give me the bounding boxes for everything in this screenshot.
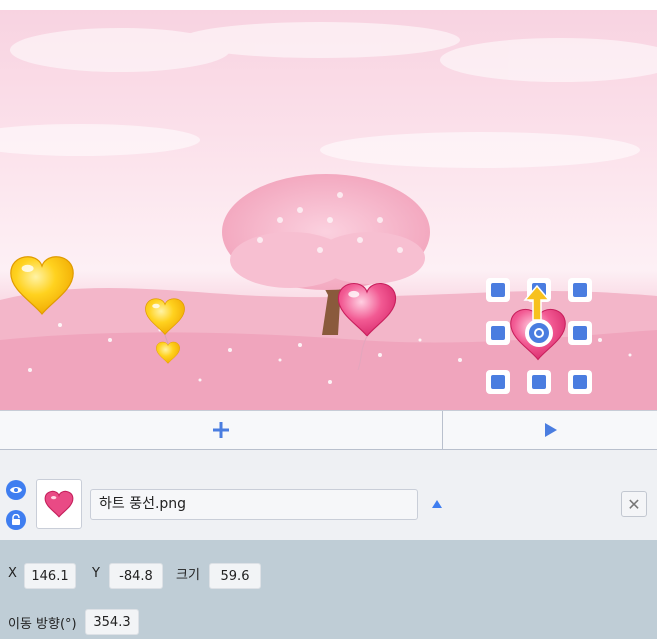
x-input[interactable]: 146.1 xyxy=(24,563,76,589)
eye-icon xyxy=(10,487,22,493)
heart-balloon-icon xyxy=(44,490,74,518)
plus-icon xyxy=(212,422,229,438)
y-input[interactable]: -84.8 xyxy=(109,563,163,589)
front-hill xyxy=(0,330,657,410)
size-label: 크기 xyxy=(176,568,200,583)
stage-scene xyxy=(0,22,657,410)
close-icon: ✕ xyxy=(627,494,641,514)
lock-icon xyxy=(12,514,20,525)
resize-handle-left[interactable] xyxy=(486,321,510,345)
caret-up-icon[interactable] xyxy=(432,500,442,508)
lock-toggle[interactable] xyxy=(6,510,26,530)
stage-toolbar xyxy=(0,410,657,450)
visibility-toggle[interactable] xyxy=(6,480,26,500)
cloud-layer xyxy=(0,22,657,168)
center-handle[interactable] xyxy=(525,319,553,347)
top-strip xyxy=(0,0,657,10)
y-label: Y xyxy=(92,566,100,581)
x-label: X xyxy=(8,566,17,581)
resize-handle-right[interactable] xyxy=(568,321,592,345)
direction-input[interactable]: 354.3 xyxy=(85,609,139,635)
resize-handle-bottom[interactable] xyxy=(527,370,551,394)
sprite-name-field[interactable]: 하트 풍선.png xyxy=(90,489,418,520)
play-icon xyxy=(544,423,557,437)
resize-handle-bottom-left[interactable] xyxy=(486,370,510,394)
resize-handle-top-left[interactable] xyxy=(486,278,510,302)
close-button[interactable]: ✕ xyxy=(621,491,647,517)
resize-handle-top-right[interactable] xyxy=(568,278,592,302)
stage-canvas[interactable] xyxy=(0,10,657,410)
add-sprite-button[interactable] xyxy=(0,411,441,449)
size-input[interactable]: 59.6 xyxy=(209,563,261,589)
direction-label: 이동 방향(°) xyxy=(8,617,77,632)
play-button[interactable] xyxy=(442,411,657,449)
direction-arrow-icon[interactable] xyxy=(522,284,552,322)
resize-handle-bottom-right[interactable] xyxy=(568,370,592,394)
panel-gap xyxy=(0,450,657,470)
sprite-thumbnail[interactable] xyxy=(36,479,82,529)
